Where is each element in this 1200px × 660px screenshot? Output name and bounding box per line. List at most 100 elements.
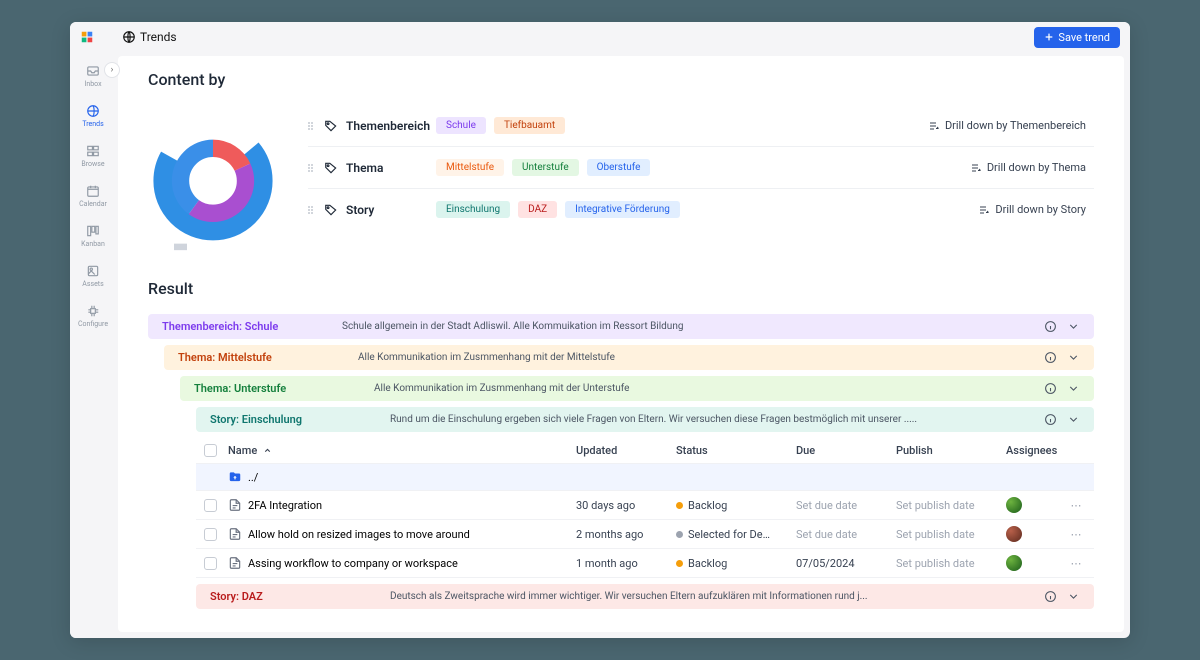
group-description: Deutsch als Zweitsprache wird immer wich… (390, 591, 1044, 602)
info-icon[interactable] (1044, 382, 1057, 395)
sidebar-item-calendar[interactable]: Calendar (73, 178, 113, 214)
status-dot-icon (676, 502, 683, 509)
group-description: Rund um die Einschulung ergeben sich vie… (390, 414, 1044, 425)
result-group-header[interactable]: Story: DAZ Deutsch als Zweitsprache wird… (196, 584, 1094, 609)
document-icon (228, 527, 242, 541)
drill-icon (978, 204, 990, 216)
row-publish[interactable]: Set publish date (896, 557, 1006, 570)
info-icon[interactable] (1044, 351, 1057, 364)
row-menu-button[interactable]: ⋯ (1066, 557, 1086, 570)
main-content: Content by Themenbereich SchuleTief (118, 56, 1124, 632)
group-description: Schule allgemein in der Stadt Adliswil. … (342, 321, 1044, 332)
drag-handle-icon[interactable] (308, 122, 318, 130)
tag-icon (324, 119, 338, 133)
row-checkbox[interactable] (204, 557, 217, 570)
filter-chip[interactable]: Einschulung (436, 201, 510, 218)
calendar-icon (86, 184, 100, 198)
sidebar-item-browse[interactable]: Browse (73, 138, 113, 174)
drag-handle-icon[interactable] (308, 164, 318, 172)
drill-icon (928, 120, 940, 132)
table-header-row: Name Updated Status Due Publish Assignee… (196, 438, 1094, 464)
document-icon (228, 498, 242, 512)
column-header-publish[interactable]: Publish (896, 444, 1006, 457)
configure-icon (86, 304, 100, 318)
row-checkbox[interactable] (204, 528, 217, 541)
topbar: Trends Save trend (70, 22, 1130, 52)
result-group-header[interactable]: Thema: Unterstufe Alle Kommunikation im … (180, 376, 1094, 401)
chevron-down-icon[interactable] (1067, 351, 1080, 364)
info-icon[interactable] (1044, 590, 1057, 603)
filter-chip[interactable]: Schule (436, 117, 486, 134)
status-dot-icon (676, 560, 683, 567)
sidebar-item-trends[interactable]: Trends (73, 98, 113, 134)
sidebar-collapse-button[interactable]: › (104, 62, 120, 78)
chevron-down-icon[interactable] (1067, 590, 1080, 603)
browse-icon (86, 144, 100, 158)
drill-icon (970, 162, 982, 174)
parent-folder-row[interactable]: ../ (196, 464, 1094, 491)
row-menu-button[interactable]: ⋯ (1066, 499, 1086, 512)
row-publish[interactable]: Set publish date (896, 528, 1006, 541)
dimension-name: Themenbereich (346, 119, 436, 133)
result-group-header[interactable]: Thema: Mittelstufe Alle Kommunikation im… (164, 345, 1094, 370)
row-checkbox[interactable] (204, 499, 217, 512)
column-header-assignees[interactable]: Assignees (1006, 444, 1066, 457)
plus-icon (1044, 32, 1054, 42)
filter-chip[interactable]: Mittelstufe (436, 159, 504, 176)
dimension-name: Thema (346, 161, 436, 175)
row-due[interactable]: Set due date (796, 528, 896, 541)
drag-handle-icon[interactable] (308, 206, 318, 214)
sidebar-item-kanban[interactable]: Kanban (73, 218, 113, 254)
drill-down-button[interactable]: Drill down by Story (970, 199, 1094, 220)
row-menu-button[interactable]: ⋯ (1066, 528, 1086, 541)
row-due[interactable]: 07/05/2024 (796, 557, 896, 570)
filter-chip[interactable]: Oberstufe (587, 159, 651, 176)
tag-icon (324, 203, 338, 217)
sidebar-item-assets[interactable]: Assets (73, 258, 113, 294)
result-heading: Result (148, 279, 1094, 298)
chevron-down-icon[interactable] (1067, 413, 1080, 426)
row-status: Selected for De… (688, 528, 770, 541)
column-header-updated[interactable]: Updated (576, 444, 676, 457)
filter-chip[interactable]: Tiefbauamt (494, 117, 565, 134)
donut-chart (148, 105, 278, 255)
sort-asc-icon (263, 446, 272, 455)
assignee-avatar[interactable] (1006, 526, 1022, 542)
drill-down-button[interactable]: Drill down by Themenbereich (920, 115, 1094, 136)
select-all-checkbox[interactable] (204, 444, 217, 457)
app-window: Trends Save trend › Inbox Trends Browse (70, 22, 1130, 638)
result-group-header[interactable]: Themenbereich: Schule Schule allgemein i… (148, 314, 1094, 339)
dimension-row: Story EinschulungDAZIntegrative Förderun… (308, 189, 1094, 230)
filter-chip[interactable]: Integrative Förderung (565, 201, 680, 218)
row-due[interactable]: Set due date (796, 499, 896, 512)
chevron-down-icon[interactable] (1067, 320, 1080, 333)
table-row[interactable]: 2FA Integration 30 days ago Backlog Set … (196, 491, 1094, 520)
filter-chip[interactable]: Unterstufe (512, 159, 579, 176)
group-title: Thema: Mittelstufe (178, 351, 358, 364)
save-trend-button[interactable]: Save trend (1034, 27, 1120, 48)
sidebar-item-configure[interactable]: Configure (73, 298, 113, 334)
row-updated: 30 days ago (576, 499, 676, 512)
column-header-status[interactable]: Status (676, 444, 796, 457)
row-publish[interactable]: Set publish date (896, 499, 1006, 512)
drill-down-button[interactable]: Drill down by Thema (962, 157, 1094, 178)
status-dot-icon (676, 531, 683, 538)
filter-chip[interactable]: DAZ (518, 201, 557, 218)
column-header-due[interactable]: Due (796, 444, 896, 457)
table-row[interactable]: Allow hold on resized images to move aro… (196, 520, 1094, 549)
result-group-header[interactable]: Story: Einschulung Rund um die Einschulu… (196, 407, 1094, 432)
info-icon[interactable] (1044, 413, 1057, 426)
group-description: Alle Kommunikation im Zusmmenhang mit de… (374, 383, 1044, 394)
group-title: Story: DAZ (210, 590, 390, 603)
assignee-avatar[interactable] (1006, 497, 1022, 513)
table-row[interactable]: Assing workflow to company or workspace … (196, 549, 1094, 578)
column-header-name[interactable]: Name (228, 444, 576, 457)
inbox-icon (86, 64, 100, 78)
chevron-down-icon[interactable] (1067, 382, 1080, 395)
folder-up-icon (228, 470, 242, 484)
assignee-avatar[interactable] (1006, 555, 1022, 571)
info-icon[interactable] (1044, 320, 1057, 333)
folder-up-label: ../ (248, 471, 258, 484)
row-updated: 1 month ago (576, 557, 676, 570)
group-description: Alle Kommunikation im Zusmmenhang mit de… (358, 352, 1044, 363)
